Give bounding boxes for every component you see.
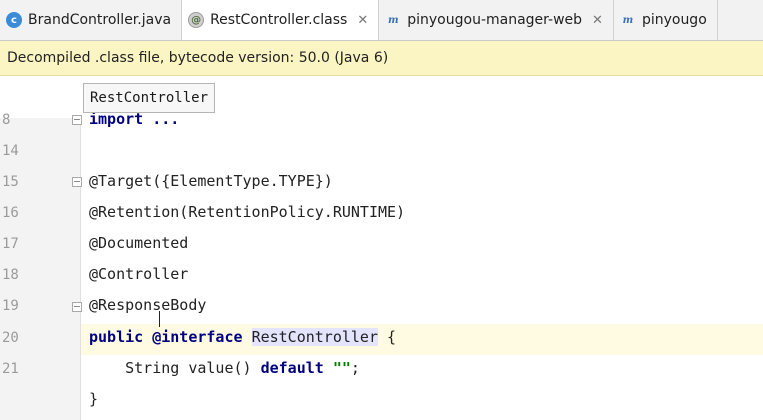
line-number: 15 [2,174,19,190]
text-cursor [159,311,160,327]
code-line-documented: @Documented [89,234,189,252]
fold-toggle-icon[interactable] [72,177,82,187]
close-icon[interactable]: ✕ [357,13,368,28]
tab-pinyougou-manager-web[interactable]: m pinyougou-manager-web ✕ [379,0,614,40]
tab-label: pinyougo [641,12,707,28]
line-number: 20 [2,330,19,346]
line-number: 17 [2,236,19,252]
semicolon: ; [350,359,360,377]
line-number: 8 [2,112,11,128]
line-number: 21 [2,361,19,377]
code-line-close-brace: } [89,390,99,408]
string-literal: "" [323,359,351,377]
editor-tab-bar: c BrandController.java @ RestController.… [0,0,763,41]
m-module-icon: m [387,14,399,26]
code-line-retention: @Retention(RetentionPolicy.RUNTIME) [89,203,406,221]
code-line-value-method: String value() default ""; [89,359,360,377]
line-number: 18 [2,267,19,283]
tab-label: RestController.class [210,12,348,28]
line-number: 16 [2,205,19,221]
keyword-public: public [89,328,144,346]
code-line-target: @Target({ElementType.TYPE}) [89,172,333,190]
tab-label: BrandController.java [28,12,172,28]
keyword-default: default [260,359,324,377]
m-module-icon: m [622,14,634,26]
code-line-interface-decl: public @interface RestController { [89,328,396,346]
line-number: 19 [2,298,19,314]
tab-brandcontroller-java[interactable]: c BrandController.java [0,0,183,40]
annotation-icon: @ [188,12,205,28]
tab-pinyougo[interactable]: m pinyougo [614,0,718,40]
close-icon[interactable]: ✕ [592,13,603,28]
decompiled-notice-bar: Decompiled .class file, bytecode version… [0,41,763,76]
line-number: 14 [2,143,19,159]
tab-label: pinyougou-manager-web [407,12,583,28]
keyword-interface: @interface [152,328,243,346]
tab-restcontroller-class[interactable]: @ RestController.class ✕ [182,0,380,40]
c-class-icon: c [6,12,22,28]
brace-open: { [378,328,397,346]
method-signature: String value() [89,359,261,377]
fold-toggle-icon[interactable] [72,115,82,125]
code-line-responsebody: @ResponseBody [89,296,207,314]
breadcrumb[interactable]: RestController [83,83,216,113]
code-line-controller: @Controller [89,265,189,283]
fold-toggle-icon[interactable] [72,302,82,312]
interface-name: RestController [251,328,378,346]
